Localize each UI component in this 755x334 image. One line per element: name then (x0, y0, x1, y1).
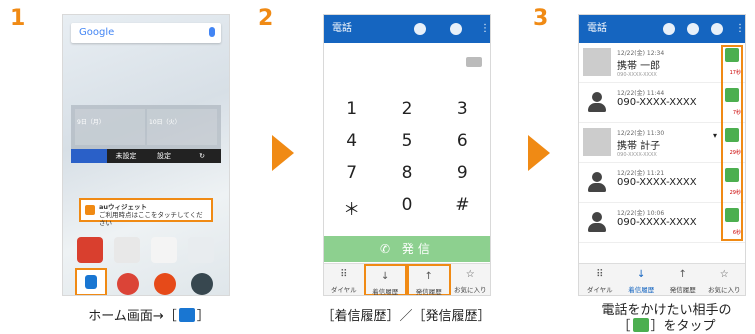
call-back-icon (632, 318, 649, 332)
key-8[interactable]: 8 (379, 163, 434, 183)
avatar (583, 48, 611, 76)
arrow-up-icon: ↑ (424, 271, 433, 282)
home-screen: Google 9日（月） 10日（火） 未設定 設定 ↻ auウィジェット ご利… (62, 14, 230, 296)
refresh-icon[interactable]: ↻ (183, 152, 221, 160)
phone-icon (85, 275, 97, 289)
call-label: 発信 (401, 242, 434, 256)
star-icon: ☆ (719, 269, 729, 280)
key-hash[interactable]: # (435, 195, 490, 220)
google-search-bar[interactable]: Google (71, 23, 221, 43)
instruction-figure: 1 Google 9日（月） 10日（火） 未設定 設定 ↻ auウィジェット … (0, 0, 755, 334)
expand-icon[interactable]: ▾ (713, 131, 717, 140)
history-header: 電話 ⋮ (579, 15, 745, 43)
star-icon: ☆ (465, 269, 475, 280)
dialpad-icon: ⠿ (340, 269, 348, 280)
step-3-caption: 電話をかけたい相手の ［ ］をタップ (601, 303, 732, 334)
tools-folder-icon[interactable] (188, 237, 214, 263)
phone-app-button[interactable] (75, 268, 107, 295)
avatar (583, 128, 611, 156)
numpad: 1 2 3 4 5 6 7 8 9 ＊ 0 # (324, 99, 490, 220)
step-number-2: 2 (258, 6, 274, 31)
tab-outgoing-history[interactable]: ↑ 発信履歴 (407, 264, 451, 295)
dialpad-icon: ⠿ (596, 269, 604, 280)
key-3[interactable]: 3 (435, 99, 490, 119)
delete-icon[interactable] (687, 23, 699, 35)
microphone-icon[interactable] (209, 27, 215, 37)
tab-outgoing-history[interactable]: ↑ 発信履歴 (662, 264, 704, 295)
widget-unset-label: 未設定 (115, 152, 137, 160)
call-button[interactable]: ✆ 発信 (324, 236, 490, 262)
au-widget-icon (85, 205, 95, 215)
history-title: 電話 (587, 23, 607, 34)
app-icon[interactable] (77, 237, 103, 263)
step-arrow (272, 135, 294, 171)
avatar (583, 88, 611, 116)
tab-favorites[interactable]: ☆ お気に入り (704, 264, 746, 295)
arrow-down-icon: ↓ (637, 269, 646, 280)
key-1[interactable]: 1 (324, 99, 379, 119)
camera-icon[interactable] (191, 273, 214, 295)
google-label: Google (79, 27, 115, 38)
avatar (583, 168, 611, 196)
key-6[interactable]: 6 (435, 131, 490, 151)
group-icon[interactable] (414, 23, 426, 35)
tab-incoming-history[interactable]: ↓ 着信履歴 (621, 264, 663, 295)
more-menu-icon[interactable]: ⋮ (735, 15, 745, 43)
widget-day-2: 10日（火） (147, 109, 217, 145)
tab-dial[interactable]: ⠿ ダイヤル (324, 264, 364, 295)
key-7[interactable]: 7 (324, 163, 379, 183)
step-1-caption: ホーム画面→［ ］ (88, 308, 210, 324)
key-0[interactable]: 0 (379, 195, 434, 220)
key-2[interactable]: 2 (379, 99, 434, 119)
app-grid (77, 237, 217, 263)
dialer-tab-bar: ⠿ ダイヤル ↓ 着信履歴 ↑ 発信履歴 ☆ お気に入り (324, 263, 491, 295)
key-5[interactable]: 5 (379, 131, 434, 151)
contacts-icon[interactable] (711, 23, 723, 35)
widget-bar: 未設定 設定 ↻ (71, 149, 221, 163)
dialer-title: 電話 (332, 23, 352, 34)
dock (109, 273, 221, 295)
key-9[interactable]: 9 (435, 163, 490, 183)
au-widget-banner[interactable]: auウィジェット ご利用時点はここをタッチしてください (79, 198, 213, 227)
arrow-down-icon: ↓ (381, 271, 390, 282)
google-folder-icon[interactable] (151, 237, 177, 263)
phone-icon (178, 308, 195, 322)
weather-widget[interactable]: 9日（月） 10日（火） 未設定 設定 ↻ (71, 105, 221, 163)
play-store-icon[interactable] (114, 237, 140, 263)
tab-dial[interactable]: ⠿ ダイヤル (579, 264, 621, 295)
step-arrow (528, 135, 550, 171)
au-widget-title: auウィジェット (99, 203, 148, 211)
group-icon[interactable] (663, 23, 675, 35)
mail-icon[interactable] (153, 273, 176, 295)
dialer-header: 電話 ⋮ (324, 15, 490, 43)
step-number-1: 1 (10, 6, 26, 31)
call-history-screen: 電話 ⋮ 12/22(金) 12:34 携帯 一郎 090-XXXX-XXXX … (578, 14, 746, 296)
step-2-caption: ［着信履歴］／［発信履歴］ (321, 309, 491, 324)
au-widget-subtitle: ご利用時点はここをタッチしてください (99, 211, 203, 227)
backspace-icon[interactable] (466, 57, 482, 67)
widget-settings-label[interactable]: 設定 (145, 151, 183, 161)
more-menu-icon[interactable]: ⋮ (480, 15, 490, 43)
step-number-3: 3 (533, 6, 549, 31)
history-tab-bar: ⠿ ダイヤル ↓ 着信履歴 ↑ 発信履歴 ☆ お気に入り (579, 263, 746, 295)
call-button-column-highlight (721, 45, 743, 241)
tab-favorites[interactable]: ☆ お気に入り (451, 264, 491, 295)
key-star[interactable]: ＊ (324, 195, 379, 220)
key-4[interactable]: 4 (324, 131, 379, 151)
dialer-screen: 電話 ⋮ 1 2 3 4 5 6 7 8 9 ＊ 0 # ✆ 発信 ⠿ ダイヤル … (323, 14, 491, 296)
tab-incoming-history[interactable]: ↓ 着信履歴 (363, 264, 407, 295)
contacts-icon[interactable] (450, 23, 462, 35)
chrome-icon[interactable] (116, 273, 139, 295)
avatar (583, 208, 611, 236)
arrow-up-icon: ↑ (678, 269, 687, 280)
widget-day-1: 9日（月） (75, 109, 145, 145)
handset-icon: ✆ (380, 242, 402, 256)
brand-logo (71, 149, 107, 163)
